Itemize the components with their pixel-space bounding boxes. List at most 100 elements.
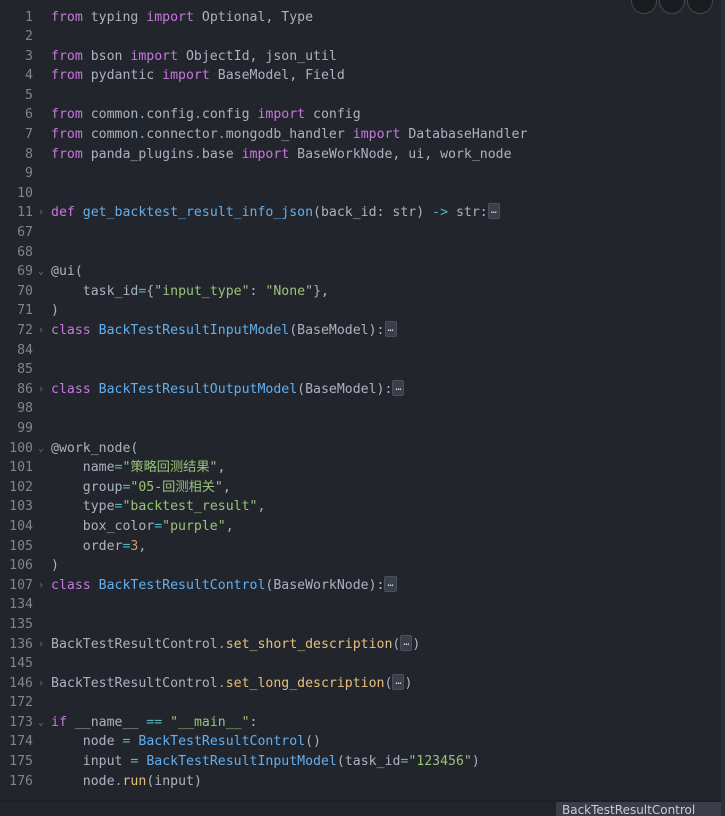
code-token: =	[154, 518, 163, 534]
code-token: BackTestResultOutputModel	[98, 381, 298, 397]
code-line[interactable]: 70 task_id={"input_type": "None"},	[0, 282, 720, 302]
chevron-right-icon[interactable]: ›	[36, 635, 46, 655]
code-text: input = BackTestResultInputModel(task_id…	[51, 752, 480, 772]
code-token: BaseModel, Field	[209, 68, 345, 84]
code-line[interactable]: 100 ⌄ @work_node(	[0, 439, 720, 459]
line-number: 68	[17, 244, 33, 260]
code-line[interactable]: 101 name="策略回测结果",	[0, 458, 720, 478]
breadcrumb[interactable]: BackTestResultControl	[556, 802, 721, 816]
code-line[interactable]: 69 ⌄ @ui(	[0, 262, 720, 282]
code-line[interactable]: 136 › BackTestResultControl.set_short_desc…	[0, 634, 720, 655]
code-text: class BackTestResultControl(BaseWorkNode…	[51, 575, 397, 596]
code-line[interactable]: 105 order=3,	[0, 537, 720, 557]
code-line[interactable]: 176 node.run(input)	[0, 772, 720, 792]
code-token: input	[51, 754, 131, 770]
code-line[interactable]: 7 from common.connector.mongodb_handler i…	[0, 125, 720, 145]
code-line[interactable]: 9	[0, 164, 720, 184]
folded-code-placeholder[interactable]: …	[392, 379, 405, 396]
chevron-down-icon[interactable]: ⌄	[36, 713, 46, 733]
code-line[interactable]: 67	[0, 223, 720, 243]
code-line[interactable]: 107 › class BackTestResultControl(BaseWork…	[0, 575, 720, 596]
code-line[interactable]: 72 › class BackTestResultInputModel(BaseMo…	[0, 321, 720, 341]
code-token: import	[352, 127, 401, 143]
code-line[interactable]: 71)	[0, 301, 720, 321]
code-line[interactable]: 8 from panda_plugins.base import BaseWork…	[0, 145, 720, 165]
code-line[interactable]: 103 type="backtest_result",	[0, 497, 720, 517]
code-line[interactable]: 98	[0, 399, 720, 419]
code-token: BackTestResultControl	[138, 734, 306, 750]
code-line[interactable]: 173 ⌄ if __name__ == "__main__":	[0, 713, 720, 733]
code-token: str:	[448, 205, 488, 221]
code-line[interactable]: 86 › class BackTestResultOutputModel(BaseM…	[0, 379, 720, 400]
code-line[interactable]: 10	[0, 184, 720, 204]
code-line[interactable]: 104 box_color="purple",	[0, 517, 720, 537]
code-line[interactable]: 6 from common.config.config import config	[0, 105, 720, 125]
chevron-down-icon[interactable]: ⌄	[36, 262, 46, 282]
code-token: from	[51, 107, 83, 123]
code-token: @ui(	[51, 264, 83, 280]
line-number: 107	[9, 577, 33, 593]
code-line[interactable]: 146 › BackTestResultControl.set_long_descr…	[0, 673, 720, 694]
code-line[interactable]: 134	[0, 595, 720, 615]
line-number: 72	[17, 323, 33, 338]
code-token: panda_plugins	[82, 146, 194, 162]
line-number: 173	[9, 714, 33, 730]
code-text: node.run(input)	[51, 772, 202, 792]
code-line[interactable]: 3 from bson import ObjectId, json_util	[0, 47, 720, 67]
folded-code-placeholder[interactable]: …	[392, 673, 405, 690]
folded-code-placeholder[interactable]: …	[487, 203, 500, 220]
line-number: 106	[9, 558, 33, 574]
chevron-right-icon[interactable]: ›	[36, 576, 46, 596]
folded-code-placeholder[interactable]: …	[384, 321, 397, 337]
code-line[interactable]: 172	[0, 693, 720, 713]
code-line[interactable]: 102 group="05-回测相关",	[0, 478, 720, 498]
line-number: 10	[17, 185, 33, 201]
code-token: "backtest_result"	[122, 499, 258, 515]
code-token: class	[51, 577, 91, 593]
chevron-down-icon[interactable]: ⌄	[36, 439, 46, 459]
code-token: (task_id	[336, 754, 401, 770]
scrollbar[interactable]	[721, 0, 725, 816]
code-token: name	[51, 460, 115, 476]
line-number: 71	[17, 303, 33, 319]
code-token: class	[51, 323, 91, 338]
code-token: BackTestResultInputModel	[98, 323, 290, 338]
code-line[interactable]: 11 › def get_backtest_result_info_json(bac…	[0, 203, 720, 223]
code-line[interactable]: 145	[0, 654, 720, 674]
code-token: @work_node(	[51, 440, 139, 456]
code-token: import	[162, 68, 210, 84]
code-line[interactable]: 68	[0, 243, 720, 263]
code-line[interactable]: 1 from typing import Optional, Type	[0, 8, 720, 28]
line-number: 98	[17, 401, 33, 417]
code-line[interactable]: 175 input = BackTestResultInputModel(tas…	[0, 752, 720, 772]
line-number: 174	[9, 734, 33, 750]
line-number: 176	[9, 773, 33, 789]
folded-code-placeholder[interactable]: …	[400, 634, 413, 651]
code-token: BackTestResultInputModel	[146, 754, 337, 770]
code-token: .	[193, 146, 202, 162]
code-line[interactable]: 84	[0, 341, 720, 361]
code-line[interactable]: 174 node = BackTestResultControl()	[0, 732, 720, 752]
code-token: ()	[305, 734, 321, 750]
line-number: 100	[9, 440, 33, 456]
code-text: def get_backtest_result_info_json(back_i…	[51, 203, 500, 223]
code-line[interactable]: 4 from pydantic import BaseModel, Field	[0, 66, 720, 86]
chevron-right-icon[interactable]: ›	[36, 321, 46, 341]
line-number: 70	[17, 283, 33, 299]
code-line[interactable]: 85	[0, 360, 720, 380]
code-line[interactable]: 99	[0, 419, 720, 439]
code-token: connector	[146, 127, 218, 143]
chevron-right-icon[interactable]: ›	[36, 203, 46, 223]
code-line[interactable]: 135	[0, 615, 720, 635]
code-line[interactable]: 5	[0, 86, 720, 106]
code-token: ObjectId, json_util	[178, 48, 337, 64]
folded-code-placeholder[interactable]: …	[384, 575, 397, 592]
chevron-right-icon[interactable]: ›	[36, 674, 46, 694]
code-editor[interactable]: 1 from typing import Optional, Type 2 3 from…	[0, 0, 725, 816]
line-number: 7	[25, 127, 33, 143]
code-token: )	[471, 754, 480, 770]
code-line[interactable]: 2	[0, 27, 720, 47]
line-number: 99	[17, 420, 33, 436]
code-line[interactable]: 106)	[0, 556, 720, 576]
chevron-right-icon[interactable]: ›	[36, 380, 46, 400]
